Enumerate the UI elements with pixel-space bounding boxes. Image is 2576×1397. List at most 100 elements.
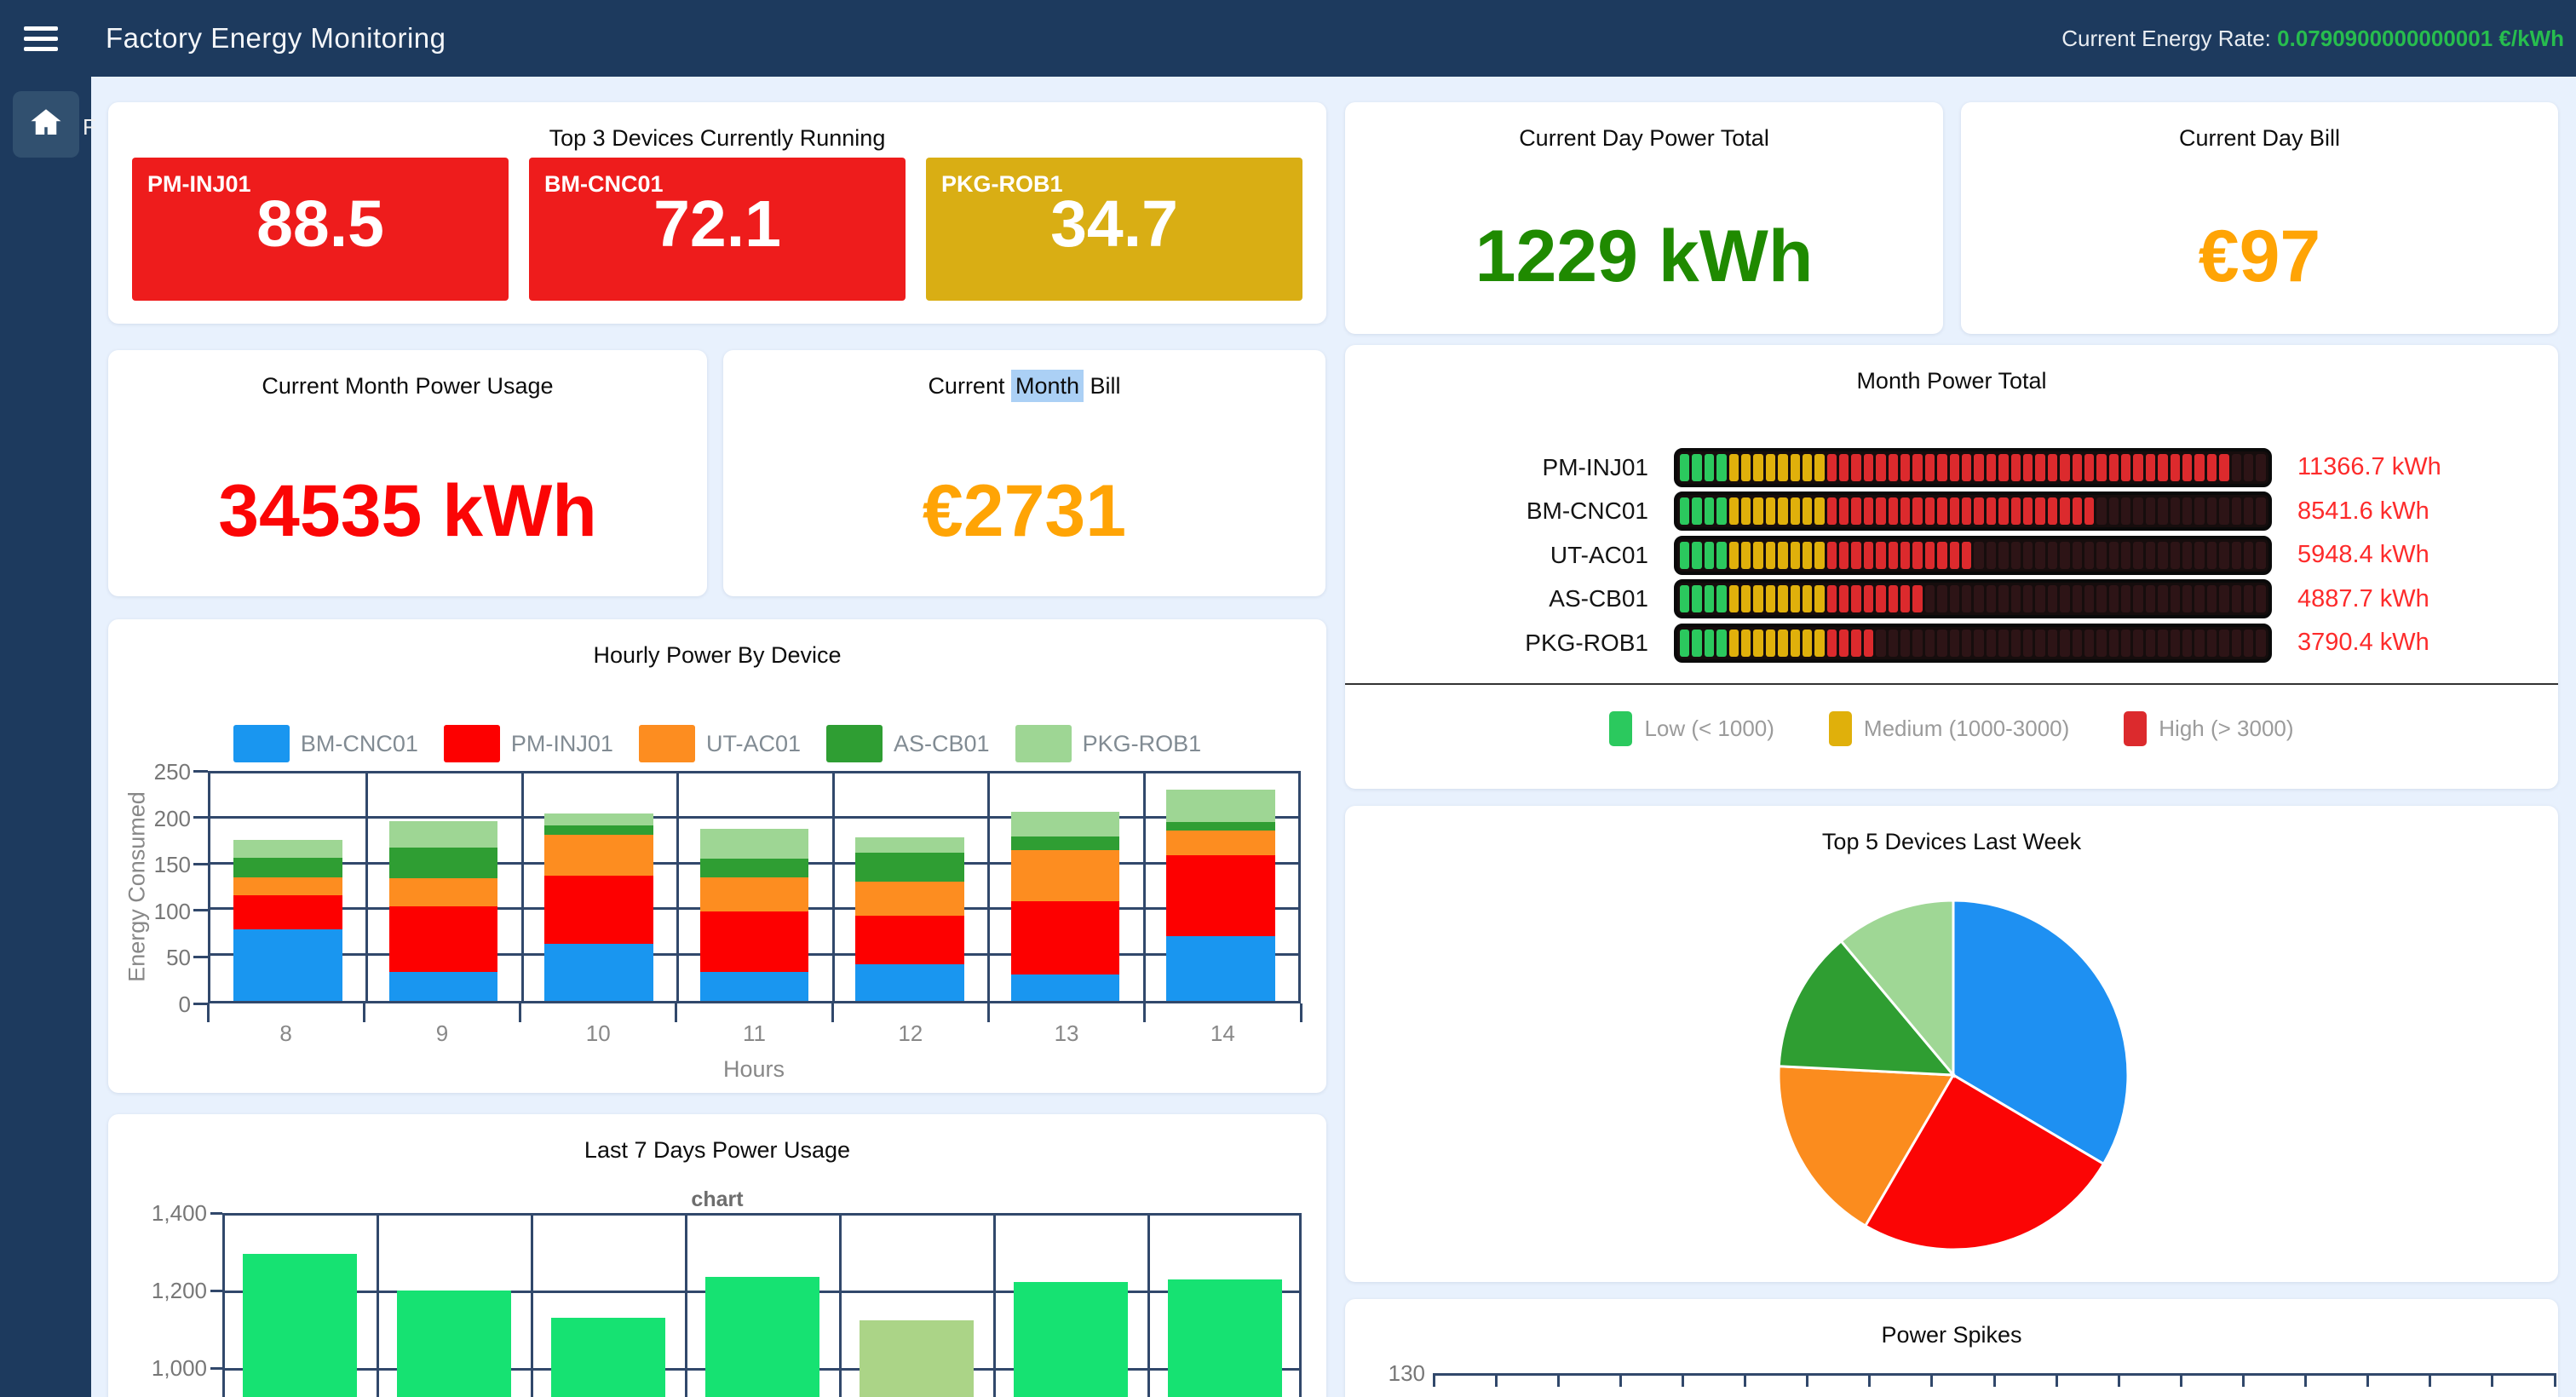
hourly-stacked-bar-chart [208, 771, 1301, 1003]
gauge-segment [1705, 585, 1714, 612]
gauge-segment [2158, 542, 2167, 569]
tick-mark [210, 1367, 222, 1370]
gauge-segment [1741, 497, 1751, 525]
gauge-segment [1716, 630, 1726, 657]
tick-mark [207, 1003, 210, 1022]
legend-label: PKG-ROB1 [1083, 731, 1202, 757]
tick-mark [1557, 1373, 1560, 1387]
card-month-power-total: Month Power Total PM-INJ0111366.7 kWhBM-… [1345, 345, 2558, 789]
energy-rate: Current Energy Rate: 0.0790900000000001 … [2061, 26, 2564, 52]
gridline [1143, 773, 1146, 1001]
tick-mark [1682, 1373, 1684, 1387]
dashboard: Top 3 Devices Currently Running PM-INJ01… [91, 77, 2576, 1397]
bar [397, 1291, 511, 1397]
stacked-bar [544, 773, 653, 1001]
gauge-segment [2256, 630, 2265, 657]
bar-segment [700, 859, 809, 877]
gauge-value-label: 5948.4 kWh [2297, 541, 2510, 569]
legend-item: Medium (1000-3000) [1829, 711, 2069, 746]
energy-rate-unit: €/kWh [2498, 26, 2564, 51]
gauge-segment [2158, 585, 2167, 612]
tick-mark [193, 956, 208, 958]
gauge-segment [2035, 630, 2044, 657]
tick-mark [193, 1003, 208, 1005]
gauge-segment [1791, 585, 1800, 612]
gauge-segment [1716, 542, 1726, 569]
tick-mark [1619, 1373, 1622, 1387]
x-axis-title: Hours [723, 1056, 785, 1083]
gauge-segment [1839, 542, 1849, 569]
gauge-segment [1987, 454, 1996, 481]
gauge-rows: PM-INJ0111366.7 kWhBM-CNC018541.6 kWhUT-… [1393, 446, 2510, 665]
gauge-segment [2182, 542, 2192, 569]
gauge-segment [2096, 585, 2106, 612]
device-power-value: 34.7 [926, 192, 1302, 257]
gauge-segment [1950, 542, 1959, 569]
gauge-segment [1937, 497, 1946, 525]
bar-segment [1166, 936, 1275, 1001]
legend-swatch [639, 725, 695, 762]
card-hourly-power: Hourly Power By Device BM-CNC01PM-INJ01U… [108, 619, 1326, 1093]
menu-icon[interactable] [24, 20, 58, 57]
gauge-segment [1814, 585, 1824, 612]
gauge-segment [2073, 454, 2082, 481]
gauge-segment [1864, 585, 1873, 612]
tick-mark [2366, 1373, 2369, 1387]
legend-swatch [233, 725, 290, 762]
month-bill-value: €2731 [723, 400, 1325, 596]
gauge-segment [1753, 630, 1762, 657]
gauge-segment [2133, 585, 2142, 612]
month-power-usage-value: 34535 kWh [108, 400, 707, 596]
legend-label: Medium (1000-3000) [1864, 716, 2069, 742]
legend-label: High (> 3000) [2159, 716, 2293, 742]
gauge-segment [2182, 630, 2192, 657]
gauge-segment [1851, 542, 1860, 569]
gauge-segment [2121, 630, 2130, 657]
gauge-segment [2011, 454, 2021, 481]
x-tick-label: 10 [586, 1020, 611, 1047]
gauge-segment [1912, 542, 1922, 569]
y-tick-label: 1,200 [124, 1278, 207, 1304]
gauge-segment [1741, 542, 1751, 569]
gauge-segment [2171, 542, 2180, 569]
gauge-segment [2146, 497, 2155, 525]
gauge-segment [2146, 454, 2155, 481]
y-tick-label: 100 [141, 899, 191, 925]
gauge-segment [1716, 585, 1726, 612]
bar-segment [855, 916, 964, 965]
bar-segment [1011, 850, 1120, 901]
gauge-device-label: PKG-ROB1 [1393, 630, 1674, 657]
bar-segment [1166, 831, 1275, 855]
y-tick-label: 1,400 [124, 1200, 207, 1227]
tick-mark [1744, 1373, 1746, 1387]
gauge-segment [1692, 497, 1701, 525]
gauge-segment [1937, 542, 1946, 569]
gauge-segment [2133, 497, 2142, 525]
gauge-value-label: 8541.6 kWh [2297, 497, 2510, 526]
energy-rate-value: 0.0790900000000001 [2277, 26, 2493, 51]
legend-item: UT-AC01 [639, 725, 801, 762]
sidebar-item-home[interactable] [13, 91, 79, 158]
tick-mark [1868, 1373, 1871, 1387]
gauge-segment [1827, 542, 1837, 569]
gauge-segment [1851, 585, 1860, 612]
tick-mark [210, 1212, 222, 1215]
gauge-device-label: AS-CB01 [1393, 585, 1674, 612]
bar-segment [544, 876, 653, 944]
gauge-segment [2194, 497, 2204, 525]
bar-segment [1166, 855, 1275, 936]
gauge-segment [2048, 542, 2057, 569]
bar-segment [544, 825, 653, 835]
bar-segment [233, 929, 342, 1001]
gauge-segment [1692, 542, 1701, 569]
gauge-bar [1674, 624, 2272, 663]
gauge-segment [1803, 454, 1812, 481]
gauge-segment [2073, 585, 2082, 612]
chart-title: Last 7 Days Power Usage [108, 1136, 1326, 1164]
gauge-segment [1937, 630, 1946, 657]
gauge-segment [1950, 497, 1959, 525]
gauge-segment [2023, 630, 2033, 657]
stacked-bar [700, 773, 809, 1001]
gauge-segment [2011, 497, 2021, 525]
gauge-segment [1987, 497, 1996, 525]
